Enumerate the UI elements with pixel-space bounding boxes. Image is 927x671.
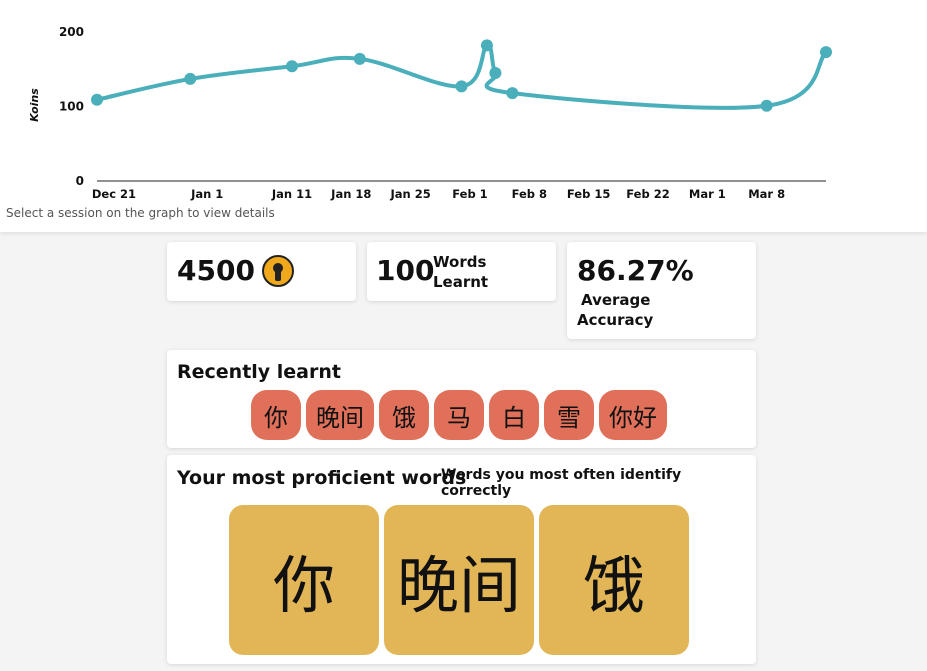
recently-learnt-title: Recently learnt	[177, 361, 341, 383]
session-point[interactable]	[489, 66, 502, 79]
x-tick-label: Feb 22	[626, 187, 669, 201]
x-tick-label: Mar 1	[689, 187, 726, 201]
x-tick-label: Jan 18	[330, 187, 371, 201]
chart-hint-text: Select a session on the graph to view de…	[6, 206, 275, 220]
recent-word-chip[interactable]: 你好	[599, 390, 667, 440]
recent-word-chip[interactable]: 你	[251, 390, 301, 440]
session-point[interactable]	[820, 46, 832, 59]
words-learnt-label-1: Words	[433, 253, 487, 271]
proficient-word-tile[interactable]: 饿	[539, 505, 689, 655]
y-tick-label: 0	[76, 174, 84, 188]
keyhole-coin-icon	[262, 255, 294, 287]
session-point[interactable]	[760, 99, 773, 112]
x-tick-label: Feb 8	[512, 187, 547, 201]
recent-word-chip[interactable]: 饿	[379, 390, 429, 440]
recently-learnt-card: Recently learnt 你 晚间 饿 马 白 雪 你好	[167, 350, 756, 448]
proficient-word-tile[interactable]: 你	[229, 505, 379, 655]
x-tick-label: Mar 8	[748, 187, 785, 201]
x-tick-label: Jan 11	[271, 187, 312, 201]
x-tick-label: Feb 1	[452, 187, 487, 201]
koins-chart-panel: 0 100 200 Koins Dec 21 Jan 1 Jan 11 Jan 18 Jan 2…	[0, 0, 927, 232]
proficient-words-subtitle: Words you most often identify correctly	[441, 467, 682, 499]
x-tick-label: Jan 1	[190, 187, 223, 201]
session-point[interactable]	[480, 39, 493, 52]
koins-value: 4500	[177, 254, 255, 287]
y-tick-label: 200	[59, 25, 84, 39]
session-point[interactable]	[506, 87, 519, 100]
koins-card: 4500	[167, 242, 356, 301]
session-point[interactable]	[184, 72, 197, 85]
words-learnt-label-2: Learnt	[433, 273, 489, 291]
words-learnt-card: 100 Words Learnt	[367, 242, 556, 301]
recent-word-chip[interactable]: 白	[489, 390, 539, 440]
recent-word-chip[interactable]: 晚间	[306, 390, 374, 440]
accuracy-label-2: Accuracy	[577, 311, 654, 329]
session-point[interactable]	[353, 52, 366, 65]
koins-line-chart[interactable]: 0 100 200 Koins Dec 21 Jan 1 Jan 11 Jan 18 Jan 2…	[0, 0, 927, 232]
recent-word-chip[interactable]: 马	[434, 390, 484, 440]
proficient-words-title: Your most proficient words	[177, 467, 467, 489]
session-point[interactable]	[91, 93, 103, 106]
recent-word-chip[interactable]: 雪	[544, 390, 594, 440]
words-learnt-value: 100	[376, 254, 435, 287]
y-tick-label: 100	[59, 100, 84, 114]
session-point[interactable]	[455, 80, 468, 93]
x-tick-label: Dec 21	[92, 187, 136, 201]
accuracy-value: 86.27%	[577, 254, 694, 287]
accuracy-label-1: Average	[581, 291, 651, 309]
session-point[interactable]	[285, 60, 298, 73]
koins-series-line	[95, 43, 828, 110]
proficient-words-card: Your most proficient words Words you mos…	[167, 455, 756, 664]
x-tick-label: Feb 15	[567, 187, 610, 201]
proficient-word-tile[interactable]: 晚间	[384, 505, 534, 655]
accuracy-card: 86.27% Average Accuracy	[567, 242, 756, 339]
x-tick-label: Jan 25	[390, 187, 431, 201]
y-axis-label: Koins	[28, 88, 41, 122]
